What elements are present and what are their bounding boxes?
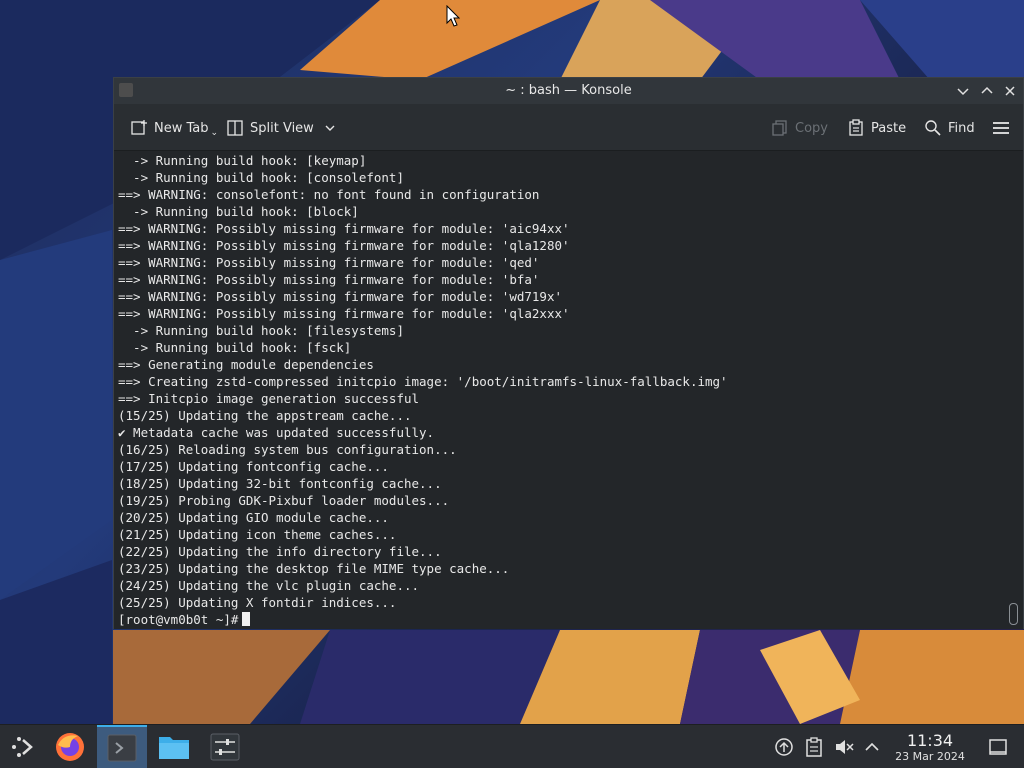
chevron-up-icon — [981, 86, 993, 94]
update-notifier-icon[interactable] — [774, 737, 794, 757]
split-view-button[interactable]: Split View — [226, 118, 342, 138]
terminal-line: -> Running build hook: [keymap] — [118, 153, 367, 168]
terminal-line: (21/25) Updating icon theme caches... — [118, 527, 397, 542]
find-button[interactable]: Find — [924, 118, 975, 138]
chevron-down-icon: ⌄ — [210, 128, 219, 138]
terminal-prompt-line[interactable]: [root@vm0b0t ~]# — [118, 611, 728, 628]
taskbar-firefox[interactable] — [46, 725, 96, 768]
terminal-line: -> Running build hook: [block] — [118, 204, 359, 219]
shell-prompt: [root@vm0b0t ~]# — [118, 612, 239, 627]
desktop: ~ : bash — Konsole New Tab ⌄ Split View … — [0, 0, 1024, 768]
mouse-cursor — [446, 5, 460, 27]
terminal-output[interactable]: -> Running build hook: [keymap] -> Runni… — [114, 151, 1004, 629]
find-label: Find — [948, 120, 975, 136]
hamburger-menu-button[interactable] — [992, 118, 1016, 138]
terminal-line: (20/25) Updating GIO module cache... — [118, 510, 389, 525]
paste-icon — [849, 119, 863, 136]
application-launcher[interactable] — [0, 725, 50, 768]
terminal-lines: -> Running build hook: [keymap] -> Runni… — [118, 152, 728, 628]
scrollbar-thumb[interactable] — [1009, 603, 1018, 625]
hamburger-menu-icon — [993, 122, 1009, 134]
paste-label: Paste — [871, 120, 907, 136]
settings-sliders-icon — [210, 733, 240, 761]
maximize-button[interactable] — [978, 82, 996, 100]
terminal-line: ==> WARNING: consolefont: no font found … — [118, 187, 540, 202]
terminal-line: (22/25) Updating the info directory file… — [118, 544, 442, 559]
split-view-label: Split View — [250, 120, 314, 136]
terminal-line: ✔ Metadata cache was updated successfull… — [118, 425, 435, 440]
terminal-line: (16/25) Reloading system bus configurati… — [118, 442, 457, 457]
terminal-line: ==> WARNING: Possibly missing firmware f… — [118, 238, 570, 253]
taskbar-konsole[interactable] — [97, 725, 147, 768]
terminal-scrollbar[interactable] — [1004, 151, 1023, 629]
terminal-line: ==> WARNING: Possibly missing firmware f… — [118, 306, 570, 321]
new-tab-button[interactable]: New Tab ⌄ — [130, 118, 218, 138]
chevron-down-icon — [957, 88, 969, 96]
chevron-up-icon[interactable] — [862, 737, 882, 757]
copy-button[interactable]: Copy — [771, 118, 828, 138]
search-icon — [925, 120, 941, 136]
window-title: ~ : bash — Konsole — [505, 83, 632, 98]
chevron-down-icon — [325, 125, 335, 131]
copy-icon — [772, 120, 787, 136]
volume-muted-icon[interactable] — [834, 737, 854, 757]
terminal-line: (25/25) Updating X fontdir indices... — [118, 595, 397, 610]
title-bar[interactable]: ~ : bash — Konsole — [114, 78, 1023, 104]
terminal-line: (19/25) Probing GDK-Pixbuf loader module… — [118, 493, 450, 508]
terminal-line: -> Running build hook: [consolefont] — [118, 170, 404, 185]
terminal-line: (15/25) Updating the appstream cache... — [118, 408, 412, 423]
split-view-icon — [227, 120, 243, 136]
close-button[interactable] — [1001, 82, 1019, 100]
terminal-line: ==> WARNING: Possibly missing firmware f… — [118, 272, 540, 287]
terminal-line: (17/25) Updating fontconfig cache... — [118, 459, 389, 474]
terminal-line: ==> WARNING: Possibly missing firmware f… — [118, 221, 570, 236]
terminal-line: -> Running build hook: [filesystems] — [118, 323, 404, 338]
new-tab-icon — [131, 120, 147, 135]
copy-label: Copy — [795, 120, 828, 136]
clipboard-icon[interactable] — [804, 737, 824, 757]
minimize-button[interactable] — [954, 82, 972, 100]
taskbar-system-settings[interactable] — [200, 725, 250, 768]
taskbar-file-manager[interactable] — [149, 725, 199, 768]
terminal-line: ==> Generating module dependencies — [118, 357, 374, 372]
terminal-line: ==> WARNING: Possibly missing firmware f… — [118, 255, 540, 270]
terminal-line: ==> Initcpio image generation successful — [118, 391, 420, 406]
kde-logo-icon — [12, 737, 33, 757]
new-tab-label: New Tab — [154, 120, 209, 136]
paste-button[interactable]: Paste — [847, 118, 906, 138]
terminal-line: (24/25) Updating the vlc plugin cache... — [118, 578, 420, 593]
terminal-line: ==> WARNING: Possibly missing firmware f… — [118, 289, 563, 304]
show-desktop-icon[interactable] — [988, 737, 1008, 757]
taskbar: 11:34 23 Mar 2024 — [0, 724, 1024, 768]
konsole-window[interactable]: ~ : bash — Konsole New Tab ⌄ Split View … — [113, 77, 1024, 629]
clock-date[interactable]: 23 Mar 2024 — [884, 750, 976, 763]
close-icon — [1005, 86, 1015, 96]
text-cursor — [242, 612, 251, 626]
firefox-icon — [56, 733, 84, 761]
terminal-line: -> Running build hook: [fsck] — [118, 340, 352, 355]
terminal-line: (23/25) Updating the desktop file MIME t… — [118, 561, 510, 576]
toolbar: New Tab ⌄ Split View Copy Paste Find — [114, 104, 1023, 151]
clock-time[interactable]: 11:34 — [894, 731, 966, 750]
terminal-line: (18/25) Updating 32-bit fontconfig cache… — [118, 476, 442, 491]
folder-icon — [159, 737, 189, 759]
konsole-icon — [107, 734, 137, 762]
terminal-line: ==> Creating zstd-compressed initcpio im… — [118, 374, 728, 389]
